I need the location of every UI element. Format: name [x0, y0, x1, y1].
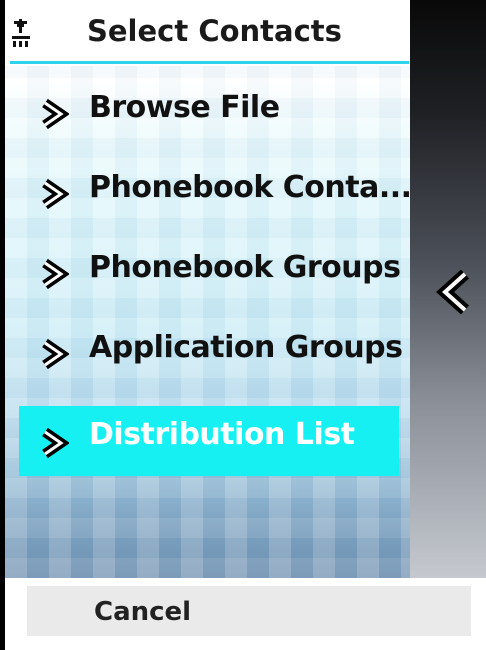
menu-item-label: Phonebook Conta...: [89, 170, 410, 205]
menu-item-label: Application Groups: [89, 330, 403, 365]
menu-item-application-groups[interactable]: Application Groups: [19, 317, 403, 387]
header: Select Contacts: [5, 0, 410, 66]
chevron-right-icon: [42, 99, 69, 129]
header-divider: [10, 61, 409, 64]
phone-screen: Select Contacts Browse File Phonebook Co…: [0, 0, 486, 650]
menu-item-browse-file[interactable]: Browse File: [19, 77, 399, 147]
softkey-bar: Cancel: [5, 578, 486, 650]
cancel-label: Cancel: [94, 597, 192, 627]
page-title: Select Contacts: [87, 14, 342, 48]
menu-panel: Select Contacts Browse File Phonebook Co…: [5, 0, 410, 578]
signal-strength-icon: [12, 19, 30, 47]
menu-item-distribution-list[interactable]: Distribution List: [19, 406, 399, 476]
chevron-right-icon: [42, 428, 69, 458]
side-panel[interactable]: [410, 0, 486, 578]
menu-item-label: Phonebook Groups: [89, 250, 401, 285]
menu-item-label: Distribution List: [89, 417, 355, 452]
cancel-button[interactable]: Cancel: [27, 586, 471, 636]
menu-item-label: Browse File: [89, 90, 280, 125]
chevron-right-icon: [42, 339, 69, 369]
chevron-right-icon: [42, 259, 69, 289]
menu-item-phonebook-groups[interactable]: Phonebook Groups: [19, 237, 401, 307]
menu-item-phonebook-contacts[interactable]: Phonebook Conta...: [19, 157, 410, 227]
chevron-right-icon: [42, 179, 69, 209]
chevron-left-icon[interactable]: [435, 270, 475, 314]
